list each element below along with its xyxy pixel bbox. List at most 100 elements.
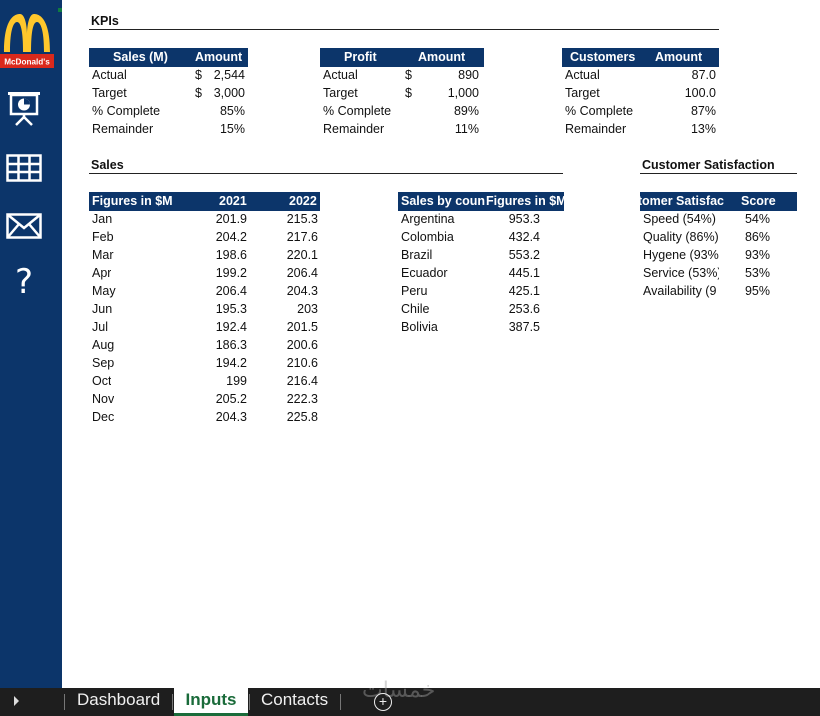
customers-kpi-value: 87.0 [691, 68, 716, 82]
logo-text: McDonald's [4, 58, 50, 67]
customers-kpi-header: Customers Amount [562, 48, 719, 67]
profit-kpi-value: 1,000 [447, 86, 479, 100]
month-label: Aug [92, 338, 115, 352]
month-value-2021: 186.3 [215, 338, 247, 352]
mail-icon[interactable] [4, 206, 44, 246]
tab-inputs[interactable]: Inputs [174, 688, 248, 716]
sales-kpi-header-amount: Amount [195, 50, 243, 64]
satisfaction-label: Availability (9 [643, 284, 717, 298]
monthly-sales-header: Figures in $M 2021 2022 [89, 192, 320, 211]
month-value-2021: 195.3 [215, 302, 247, 316]
profit-kpi-value: 890 [458, 68, 479, 82]
month-value-2021: 204.3 [215, 410, 247, 424]
tab-contacts[interactable]: Contacts [261, 688, 328, 716]
sales-kpi-label: % Complete [92, 104, 161, 118]
satisfaction-label: Quality (86%) [643, 230, 719, 244]
month-value-2022: 201.5 [286, 320, 318, 334]
month-value-2022: 217.6 [286, 230, 318, 244]
profit-kpi-label: % Complete [323, 104, 392, 118]
tab-separator [172, 694, 173, 710]
tab-dashboard[interactable]: Dashboard [77, 688, 160, 716]
presentation-icon[interactable] [4, 88, 44, 128]
month-value-2022: 215.3 [286, 212, 318, 226]
month-value-2022: 225.8 [286, 410, 318, 424]
month-label: Apr [92, 266, 112, 280]
country-value: 953.3 [508, 212, 540, 226]
country-label: Brazil [401, 248, 433, 262]
country-value: 553.2 [508, 248, 540, 262]
customers-kpi-header-amount: Amount [655, 50, 703, 64]
country-value: 253.6 [508, 302, 540, 316]
customers-kpi-header-label: Customers [570, 50, 636, 64]
profit-kpi-header-label: Profit [344, 50, 377, 64]
month-value-2022: 203 [297, 302, 318, 316]
satisfaction-score: 93% [744, 248, 770, 262]
satisfaction-score: 95% [744, 284, 770, 298]
month-value-2021: 201.9 [215, 212, 247, 226]
satisfaction-score: 53% [744, 266, 770, 280]
sales-kpi-value: 15% [219, 122, 245, 136]
country-value: 432.4 [508, 230, 540, 244]
country-value: 425.1 [508, 284, 540, 298]
satisfaction-header-score: Score [741, 194, 776, 208]
monthly-header-figures: Figures in $M [92, 194, 173, 208]
kpis-title: KPIs [91, 14, 119, 28]
monthly-header-2021: 2021 [219, 194, 247, 208]
profit-kpi-currency: $ [405, 86, 412, 100]
satisfaction-score: 86% [744, 230, 770, 244]
month-value-2022: 216.4 [286, 374, 318, 388]
scroll-tabs-right-icon[interactable] [14, 696, 19, 706]
tab-separator [340, 694, 341, 710]
worksheet: KPIs Sales (M) Amount Profit Amount Cust… [62, 0, 820, 688]
sales-kpi-header-label: Sales (M) [113, 50, 168, 64]
sidebar: McDonald's ? [0, 0, 62, 688]
sales-kpi-header: Sales (M) Amount [89, 48, 248, 67]
satisfaction-label: Speed (54%) [643, 212, 716, 226]
satisfaction-header-label: tomer Satisfac [640, 194, 724, 208]
month-value-2021: 198.6 [215, 248, 247, 262]
customers-kpi-label: % Complete [565, 104, 634, 118]
customer-satisfaction-title: Customer Satisfaction [642, 158, 775, 172]
month-label: Jan [92, 212, 113, 226]
month-label: Mar [92, 248, 114, 262]
sales-kpi-value: 2,544 [213, 68, 245, 82]
profit-kpi-label: Remainder [323, 122, 385, 136]
month-label: Jun [92, 302, 113, 316]
customers-kpi-label: Remainder [565, 122, 627, 136]
profit-kpi-header: Profit Amount [320, 48, 484, 67]
customer-satisfaction-rule [640, 173, 797, 174]
mcdonalds-logo: McDonald's [0, 8, 54, 70]
month-label: Jul [92, 320, 108, 334]
country-header-label: Sales by count [401, 194, 485, 208]
customers-kpi-value: 13% [690, 122, 716, 136]
month-value-2022: 220.1 [286, 248, 318, 262]
add-sheet-button[interactable]: + [374, 693, 392, 711]
tab-separator [249, 694, 250, 710]
country-header-figures: Figures in $M [486, 194, 564, 208]
month-value-2021: 206.4 [215, 284, 247, 298]
sales-title: Sales [91, 158, 124, 172]
sales-kpi-label: Target [92, 86, 127, 100]
customers-kpi-value: 87% [690, 104, 716, 118]
country-value: 387.5 [508, 320, 540, 334]
month-value-2022: 200.6 [286, 338, 318, 352]
sales-kpi-value: 3,000 [213, 86, 245, 100]
country-value: 445.1 [508, 266, 540, 280]
tab-separator [64, 694, 65, 710]
month-label: Dec [92, 410, 115, 424]
satisfaction-label: Hygene (93% [643, 248, 719, 262]
profit-kpi-label: Actual [323, 68, 358, 82]
satisfaction-header: tomer Satisfac Score [640, 192, 797, 211]
month-value-2022: 222.3 [286, 392, 318, 406]
customers-kpi-value: 100.0 [684, 86, 716, 100]
country-label: Chile [401, 302, 430, 316]
profit-kpi-currency: $ [405, 68, 412, 82]
profit-kpi-header-amount: Amount [418, 50, 466, 64]
profit-kpi-value: 11% [454, 122, 479, 136]
country-label: Colombia [401, 230, 454, 244]
customers-kpi-label: Actual [565, 68, 600, 82]
country-label: Argentina [401, 212, 455, 226]
table-icon[interactable] [4, 148, 44, 188]
month-label: Nov [92, 392, 115, 406]
help-icon[interactable]: ? [4, 262, 44, 302]
